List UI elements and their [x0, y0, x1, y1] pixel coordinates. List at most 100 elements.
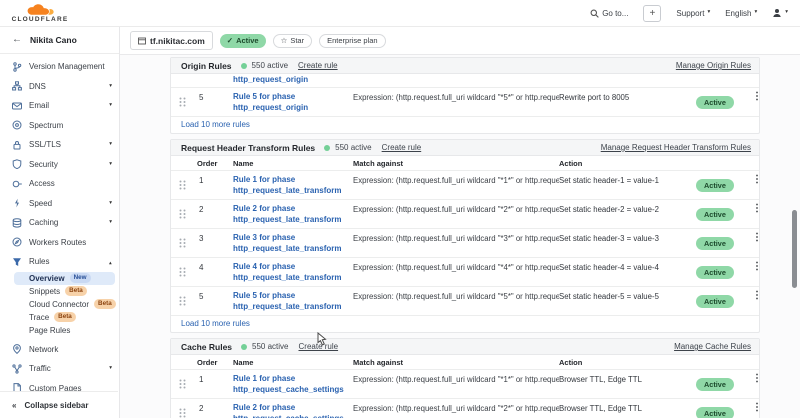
sidebar-item-cloud-connector[interactable]: Cloud Connector Beta: [0, 298, 119, 311]
sidebar-item-email[interactable]: Email ▾: [0, 96, 119, 116]
rule-name-line2: http_request_late_transform: [233, 215, 345, 226]
chevron-down-icon: ▾: [109, 84, 112, 90]
compass-icon: [12, 237, 29, 247]
kebab-menu-icon[interactable]: ⋮: [738, 204, 762, 214]
section-title: Cache Rules: [181, 342, 232, 352]
column-header-match: Match against: [353, 156, 559, 170]
rule-name-link[interactable]: Rule 2 for phase http_request_cache_sett…: [233, 403, 353, 418]
sidebar-item-version-management[interactable]: Version Management: [0, 57, 119, 77]
rule-name-link[interactable]: Rule 5 for phase http_request_late_trans…: [233, 291, 353, 312]
account-menu[interactable]: ▾: [772, 8, 788, 18]
rule-match: Expression: (http.request.full_uri wildc…: [353, 403, 559, 413]
kebab-menu-icon[interactable]: ⋮: [738, 291, 762, 301]
star-button[interactable]: ☆ Star: [273, 34, 313, 48]
manage-cache-rules-link[interactable]: Manage Cache Rules: [674, 342, 751, 351]
create-rule-link[interactable]: Create rule: [298, 61, 338, 70]
rule-action: Browser TTL, Edge TTL: [559, 374, 696, 384]
sidebar-item-access[interactable]: Access: [0, 174, 119, 194]
sidebar-nav: Version Management DNS ▾ Email ▾ Spectru…: [0, 54, 119, 398]
load-more-link[interactable]: Load 10 more rules: [171, 116, 759, 133]
sidebar-item-trace[interactable]: Trace Beta: [0, 311, 119, 324]
sidebar-item-caching[interactable]: Caching ▾: [0, 213, 119, 233]
rule-name-link[interactable]: Rule 3 for phase http_request_late_trans…: [233, 233, 353, 254]
screen: CLOUDFLARE Go to... + Support ▾ English …: [0, 0, 800, 418]
rule-order: 5: [197, 92, 233, 102]
table-row: 5 Rule 5 for phase http_request_late_tra…: [171, 286, 759, 315]
sidebar-item-speed[interactable]: Speed ▾: [0, 194, 119, 214]
table-header-row: Order Name Match against Action: [171, 355, 759, 369]
sidebar-item-snippets[interactable]: Snippets Beta: [0, 285, 119, 298]
rule-name-link[interactable]: Rule 2 for phase http_request_late_trans…: [233, 204, 353, 225]
sidebar-item-label: Email: [29, 101, 109, 110]
rule-name-link[interactable]: Rule 1 for phase http_request_cache_sett…: [233, 374, 353, 395]
sidebar-subitem-label: Cloud Connector: [29, 300, 89, 309]
pin-icon: [12, 344, 29, 354]
dns-icon: [12, 81, 29, 91]
funnel-icon: [12, 257, 29, 267]
rule-name-line1: Rule 3 for phase: [233, 233, 345, 244]
support-menu[interactable]: Support ▾: [676, 9, 710, 18]
status-badge: Active: [696, 295, 734, 308]
shield-icon: [12, 159, 29, 169]
request-header-transform-rules-section: Request Header Transform Rules 550 activ…: [170, 139, 760, 333]
drag-handle[interactable]: [171, 403, 197, 418]
kebab-menu-icon[interactable]: ⋮: [738, 175, 762, 185]
mouse-cursor: [317, 332, 328, 351]
rule-order: 2: [197, 403, 233, 413]
goto-search[interactable]: Go to...: [590, 9, 628, 18]
spectrum-icon: [12, 120, 29, 130]
table-header-row: Order Name Match against Action: [171, 156, 759, 170]
database-icon: [12, 218, 29, 228]
drag-handle[interactable]: [171, 374, 197, 394]
create-rule-link[interactable]: Create rule: [382, 143, 422, 152]
user-icon: [772, 8, 782, 18]
kebab-menu-icon[interactable]: ⋮: [738, 374, 762, 384]
rule-name-link[interactable]: Rule 4 for phase http_request_late_trans…: [233, 262, 353, 283]
cloudflare-logo[interactable]: CLOUDFLARE: [8, 4, 72, 23]
active-count: 550 active: [252, 61, 288, 70]
back-arrow-icon[interactable]: ←: [12, 35, 22, 45]
load-more-link[interactable]: Load 10 more rules: [171, 315, 759, 332]
drag-handle[interactable]: [171, 262, 197, 282]
status-cell: Active: [696, 92, 738, 110]
drag-handle[interactable]: [171, 233, 197, 253]
kebab-menu-icon[interactable]: ⋮: [738, 262, 762, 272]
rule-match: Expression: (http.request.full_uri wildc…: [353, 262, 559, 272]
check-icon: ✓: [227, 36, 233, 45]
drag-handle[interactable]: [171, 175, 197, 195]
manage-origin-rules-link[interactable]: Manage Origin Rules: [676, 61, 751, 70]
status-badge: Active: [696, 266, 734, 279]
beta-badge: Beta: [54, 312, 76, 321]
sidebar-item-label: Speed: [29, 199, 109, 208]
drag-handle[interactable]: [171, 291, 197, 311]
cloudflare-cloud-icon: [20, 4, 60, 16]
language-menu[interactable]: English ▾: [725, 9, 757, 18]
rule-name-link[interactable]: Rule 5 for phase http_request_origin: [233, 92, 353, 113]
sidebar-item-security[interactable]: Security ▾: [0, 155, 119, 175]
rule-name-line2: http_request_origin: [233, 103, 345, 114]
sidebar-item-overview[interactable]: Overview New: [14, 272, 115, 285]
sidebar-item-network[interactable]: Network: [0, 340, 119, 360]
vertical-scrollbar[interactable]: [792, 210, 797, 288]
rule-name-line1: Rule 1 for phase: [233, 175, 345, 186]
manage-request-header-transform-rules-link[interactable]: Manage Request Header Transform Rules: [601, 143, 751, 152]
sidebar-item-spectrum[interactable]: Spectrum: [0, 116, 119, 136]
drag-handle[interactable]: [171, 92, 197, 112]
sidebar-item-rules[interactable]: Rules ▾: [0, 252, 119, 272]
rule-order: 2: [197, 204, 233, 214]
sidebar-item-dns[interactable]: DNS ▾: [0, 77, 119, 97]
drag-handle[interactable]: [171, 204, 197, 224]
collapse-sidebar-button[interactable]: « Collapse sidebar: [0, 391, 118, 418]
sidebar-item-workers-routes[interactable]: Workers Routes: [0, 233, 119, 253]
rule-name-link[interactable]: http_request_origin: [233, 75, 316, 86]
kebab-menu-icon[interactable]: ⋮: [738, 403, 762, 413]
status-cell: Active: [696, 233, 738, 251]
rule-name-link[interactable]: Rule 1 for phase http_request_late_trans…: [233, 175, 353, 196]
domain-chip[interactable]: tf.nikitac.com: [130, 31, 213, 50]
sidebar-item-traffic[interactable]: Traffic ▾: [0, 359, 119, 379]
sidebar-item-ssl-tls[interactable]: SSL/TLS ▾: [0, 135, 119, 155]
kebab-menu-icon[interactable]: ⋮: [738, 92, 762, 102]
sidebar-item-page-rules[interactable]: Page Rules: [0, 324, 119, 337]
kebab-menu-icon[interactable]: ⋮: [738, 233, 762, 243]
add-site-button[interactable]: +: [643, 5, 661, 22]
